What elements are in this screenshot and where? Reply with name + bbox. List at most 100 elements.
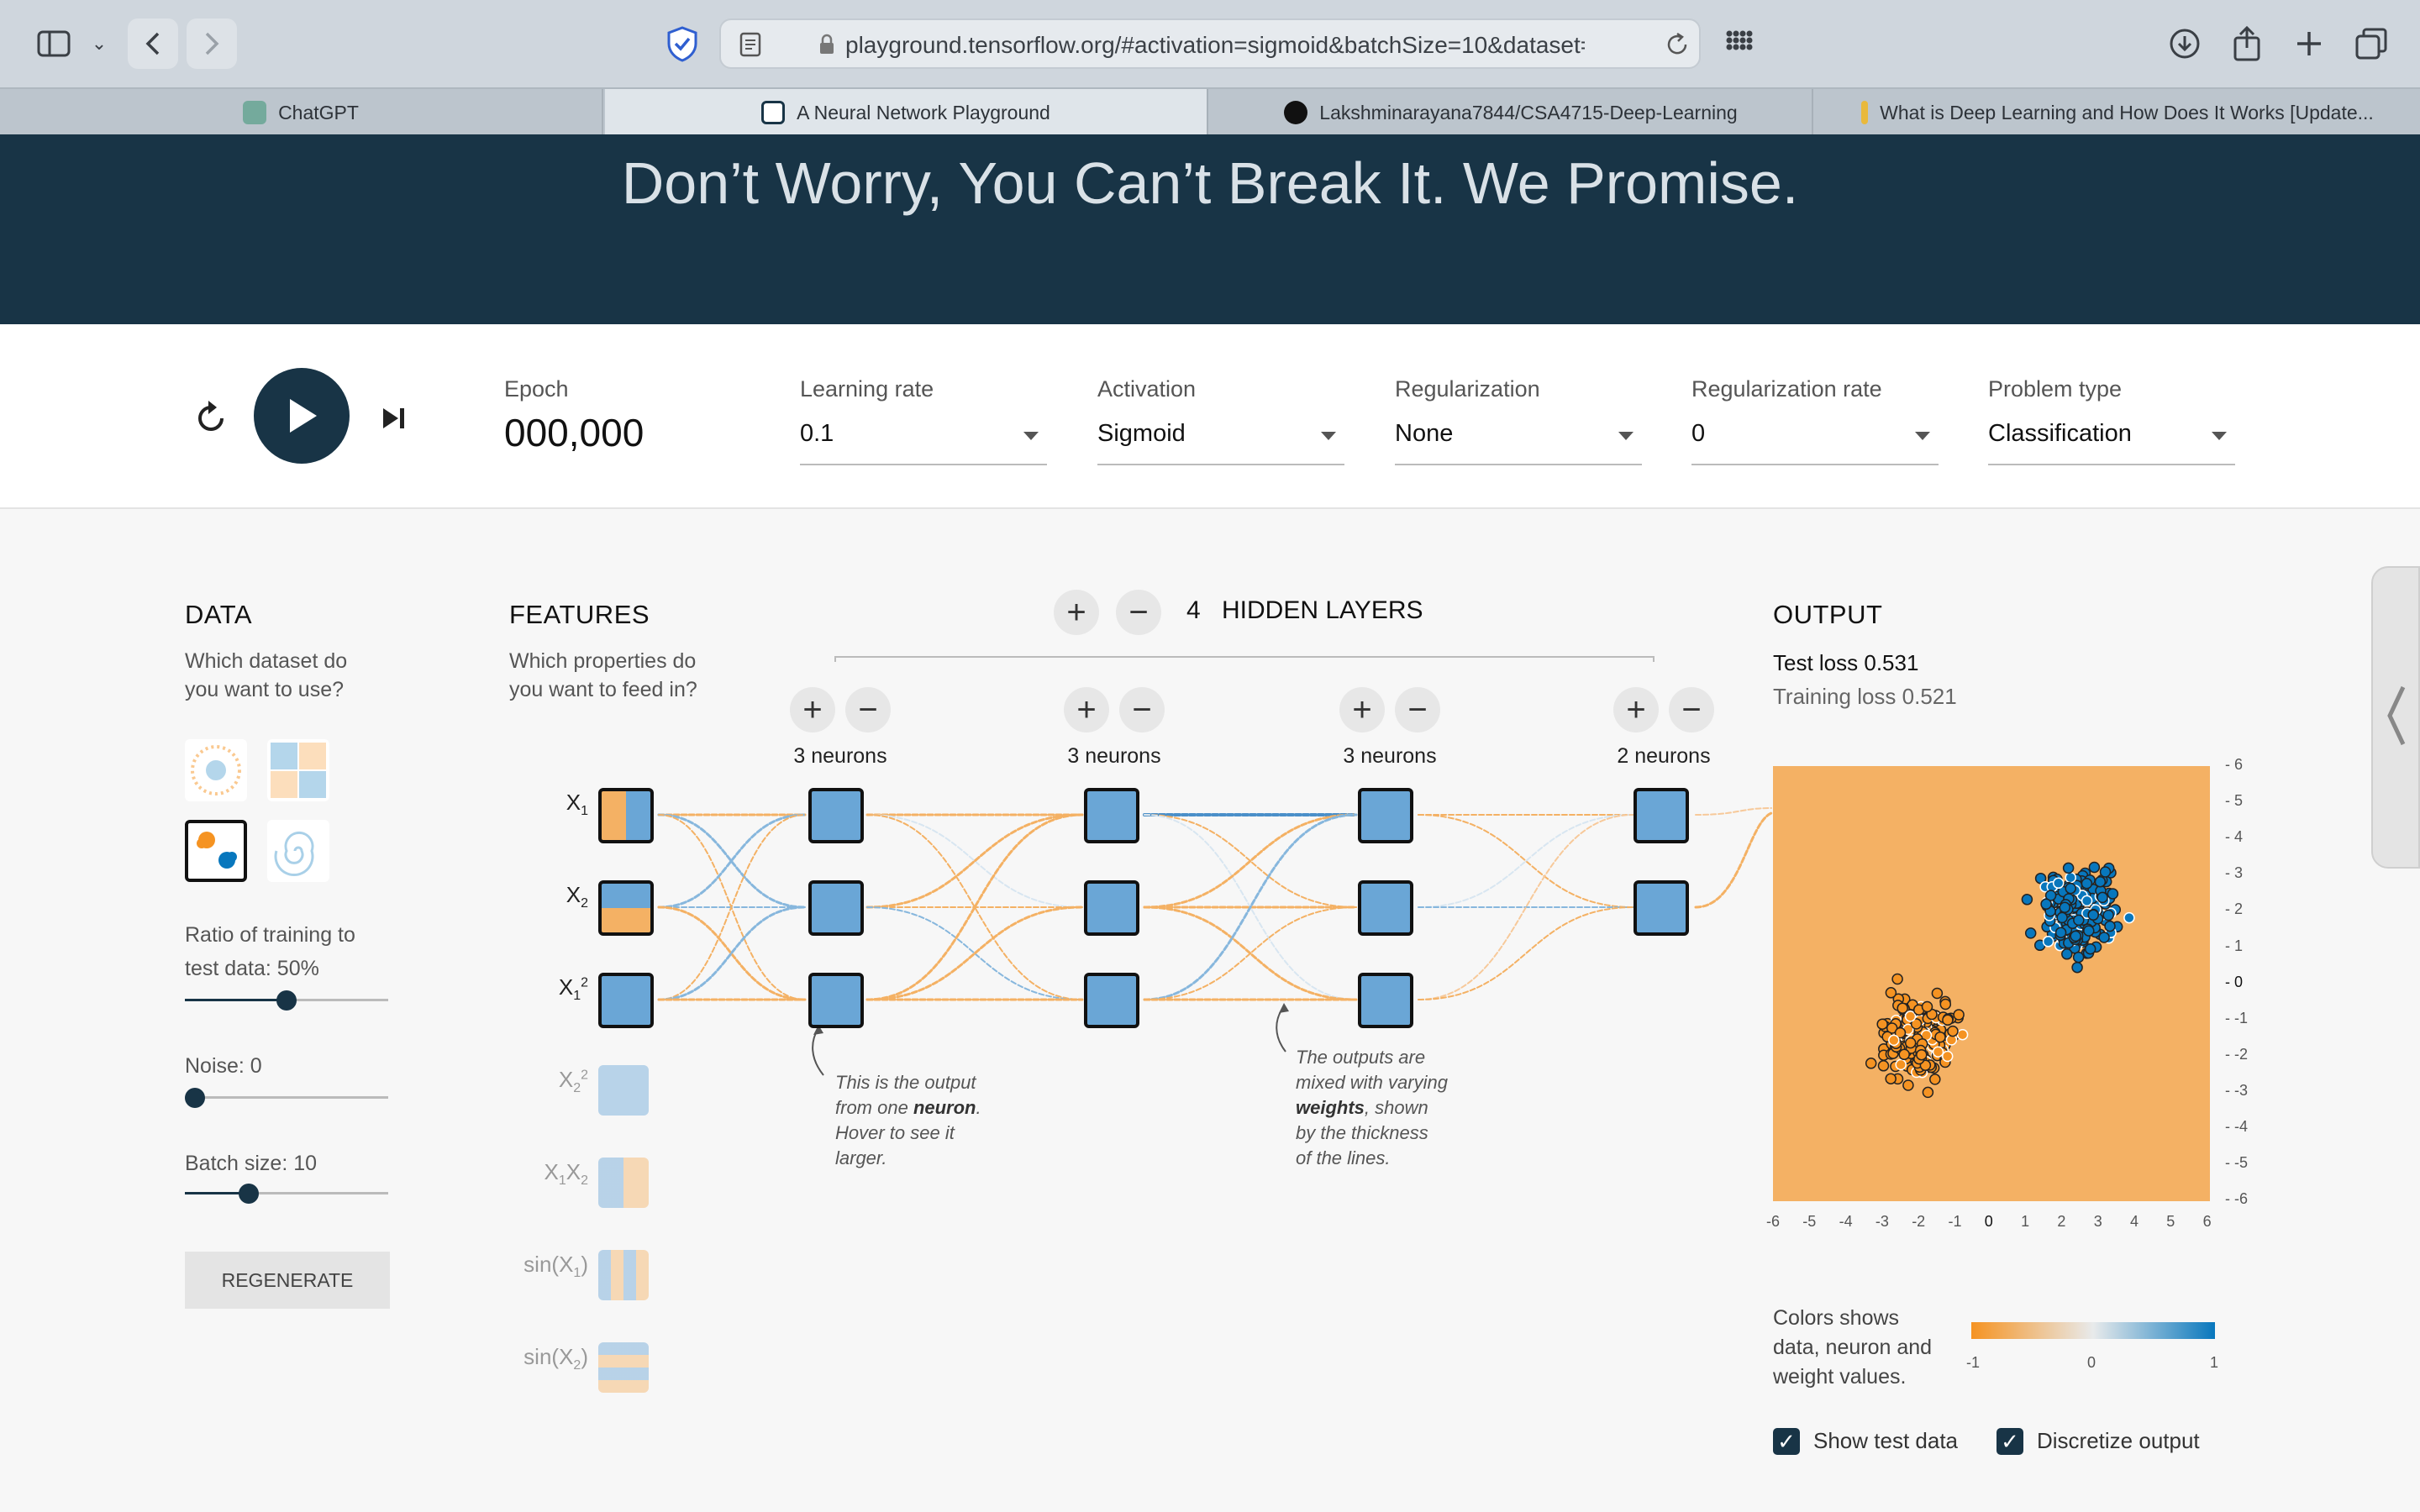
feature-x2-squared[interactable] (598, 1065, 649, 1116)
discretize-output-checkbox[interactable]: ✓ (1996, 1428, 2023, 1455)
neuron[interactable] (1084, 880, 1139, 936)
data-point (1904, 1037, 1917, 1049)
data-point (2081, 895, 2093, 907)
data-point (1929, 1074, 1941, 1085)
data-point (2059, 901, 2071, 914)
remove-neuron-button[interactable]: − (1395, 687, 1440, 732)
link[interactable] (1144, 906, 1357, 1000)
data-point (2021, 894, 2033, 906)
x-tick: -2 (1912, 1213, 1926, 1230)
feature-x2[interactable] (598, 880, 654, 936)
neuron-note: This is the output from one neuron. Hove… (835, 1072, 981, 1168)
data-point (1941, 1050, 1954, 1063)
data-point (2081, 878, 2093, 890)
data-point (1939, 998, 1952, 1011)
data-point (2071, 961, 2083, 974)
link[interactable] (657, 906, 807, 1001)
neuron[interactable] (1634, 880, 1689, 936)
y-tick: - -6 (2225, 1190, 2248, 1208)
data-point (2099, 866, 2112, 878)
y-tick: - -1 (2225, 1009, 2248, 1026)
neuron[interactable] (808, 880, 864, 936)
neuron[interactable] (1084, 973, 1139, 1028)
data-point (1888, 1034, 1900, 1047)
link[interactable] (865, 813, 1084, 909)
features-subtitle-1: Which properties do (509, 649, 697, 673)
data-point (2104, 920, 2116, 932)
data-point (2084, 942, 2096, 955)
neuron[interactable] (808, 788, 864, 843)
data-point (2042, 936, 2054, 948)
data-point (1865, 1058, 1877, 1069)
data-point (1956, 1028, 1969, 1041)
data-point (2065, 871, 2076, 884)
feature-sin-x1[interactable] (598, 1250, 649, 1300)
link[interactable] (1418, 814, 1634, 908)
output-plot[interactable] (1773, 766, 2210, 1201)
neuron[interactable] (1358, 880, 1413, 936)
y-tick: - 1 (2225, 937, 2244, 954)
side-drawer-handle[interactable] (2371, 566, 2420, 869)
add-neuron-button[interactable]: + (1613, 687, 1659, 732)
hidden-layers-label: HIDDEN LAYERS (1222, 596, 1423, 624)
link[interactable] (657, 813, 807, 909)
note-arrow (812, 1027, 824, 1076)
neuron[interactable] (1634, 788, 1689, 843)
data-point (2024, 927, 2037, 939)
data-point (1932, 1046, 1944, 1058)
remove-neuron-button[interactable]: − (845, 687, 891, 732)
data-point (2052, 877, 2065, 890)
feature-x1-squared[interactable] (598, 973, 654, 1028)
note-arrow (1276, 1005, 1286, 1053)
data-point (1876, 1018, 1888, 1030)
neuron[interactable] (1358, 788, 1413, 843)
link[interactable] (1694, 811, 1773, 909)
data-point (2087, 909, 2099, 921)
add-neuron-button[interactable]: + (1064, 687, 1109, 732)
x-tick: -3 (1875, 1213, 1889, 1230)
layer-count: 4 (1186, 596, 1201, 624)
data-point (2054, 927, 2067, 938)
neuron[interactable] (1358, 973, 1413, 1028)
data-point (2107, 888, 2119, 900)
link[interactable] (1695, 807, 1772, 816)
layer-1-neuron-count: 3 neurons (793, 744, 887, 768)
remove-neuron-button[interactable]: − (1119, 687, 1165, 732)
data-point (2065, 882, 2076, 895)
data-point (1916, 1048, 1928, 1061)
x-tick: 1 (2021, 1213, 2030, 1230)
output-title: OUTPUT (1773, 600, 1883, 629)
feature-label-x2: X2 (566, 882, 588, 911)
test-loss: Test loss 0.531 (1773, 650, 1919, 675)
feature-sin-x2[interactable] (598, 1342, 649, 1393)
data-point (2056, 911, 2068, 924)
data-point (1895, 1058, 1907, 1071)
data-point (2072, 951, 2085, 963)
neuron[interactable] (808, 973, 864, 1028)
remove-neuron-button[interactable]: − (1669, 687, 1714, 732)
data-point (1922, 1086, 1934, 1099)
link[interactable] (1418, 906, 1634, 1000)
y-tick: - -3 (2225, 1081, 2248, 1099)
x-tick: 6 (2202, 1213, 2212, 1230)
neuron[interactable] (1084, 788, 1139, 843)
x-tick: -5 (1802, 1213, 1817, 1230)
remove-layer-button[interactable]: − (1116, 590, 1161, 635)
feature-x1[interactable] (598, 788, 654, 843)
hidden-layers-bracket (834, 656, 1655, 662)
arrow-head-icon (1279, 1003, 1289, 1013)
data-point (1921, 1000, 1933, 1013)
add-neuron-button[interactable]: + (1339, 687, 1385, 732)
x-tick: 4 (2130, 1213, 2139, 1230)
feature-label-x1x2: X1X2 (544, 1159, 589, 1189)
add-neuron-button[interactable]: + (790, 687, 835, 732)
show-test-data-checkbox[interactable]: ✓ (1773, 1428, 1800, 1455)
data-point (2094, 875, 2107, 888)
chevron-left-icon (2387, 685, 2406, 746)
link[interactable] (865, 906, 1084, 1001)
add-layer-button[interactable]: + (1054, 590, 1099, 635)
data-point (1891, 973, 1903, 985)
feature-x1x2[interactable] (598, 1158, 649, 1208)
link[interactable] (1143, 813, 1358, 909)
data-point (2070, 930, 2081, 942)
